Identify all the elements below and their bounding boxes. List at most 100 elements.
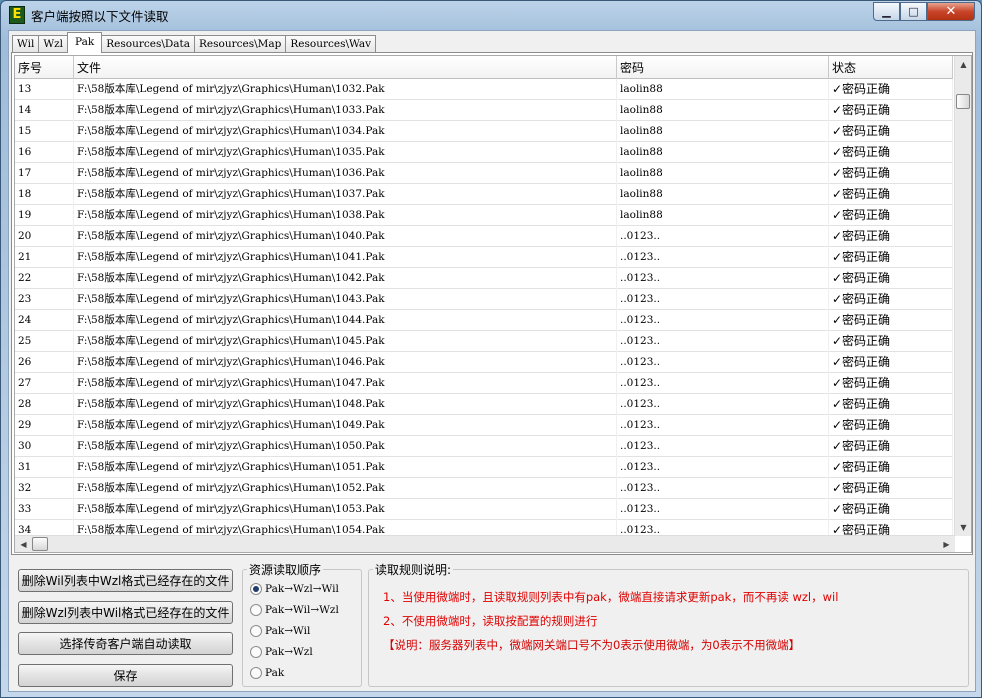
order-option-pak[interactable]: Pak [250,665,284,681]
cell-index: 22 [15,268,74,289]
vertical-scroll-thumb[interactable] [956,94,970,109]
order-option-pak-wil[interactable]: Pak→Wil [250,623,310,639]
cell-file: F:\58版本库\Legend of mir\zjyz\Graphics\Hum… [74,247,617,268]
cell-status: ✓密码正确 [829,394,953,415]
cell-index: 31 [15,457,74,478]
cell-file: F:\58版本库\Legend of mir\zjyz\Graphics\Hum… [74,478,617,499]
table-row[interactable]: 31 F:\58版本库\Legend of mir\zjyz\Graphics\H… [15,457,953,478]
cell-password: ..0123.. [617,352,829,373]
title-bar[interactable]: E 客户端按照以下文件读取 ▁ □ ✕ [1,1,981,29]
order-option-pak-wzl-wil[interactable]: Pak→Wzl→Wil [250,581,339,597]
tab-wil[interactable]: Wil [12,35,40,53]
cell-index: 17 [15,163,74,184]
cell-password: ..0123.. [617,373,829,394]
tab-resources-wav[interactable]: Resources\Wav [285,35,377,53]
tab-resources-data[interactable]: Resources\Data [101,35,196,53]
cell-status: ✓密码正确 [829,289,953,310]
cell-index: 30 [15,436,74,457]
minimize-icon: ▁ [882,5,891,18]
table-row[interactable]: 30 F:\58版本库\Legend of mir\zjyz\Graphics\H… [15,436,953,457]
client-area: Wil Wzl Pak Resources\Data Resources\Map… [8,30,976,692]
cell-status: ✓密码正确 [829,121,953,142]
tab-strip: Wil Wzl Pak Resources\Data Resources\Map… [12,32,377,53]
column-header-index[interactable]: 序号 [15,56,74,79]
table-row[interactable]: 32 F:\58版本库\Legend of mir\zjyz\Graphics\H… [15,478,953,499]
cell-status: ✓密码正确 [829,184,953,205]
cell-password: ..0123.. [617,331,829,352]
cell-password: ..0123.. [617,478,829,499]
tab-pak[interactable]: Pak [67,32,103,53]
maximize-icon: □ [908,5,919,18]
cell-status: ✓密码正确 [829,205,953,226]
table-row[interactable]: 21 F:\58版本库\Legend of mir\zjyz\Graphics\H… [15,247,953,268]
delete-wzl-dupes-button[interactable]: 删除Wzl列表中Wil格式已经存在的文件 [18,601,233,624]
table-row[interactable]: 29 F:\58版本库\Legend of mir\zjyz\Graphics\H… [15,415,953,436]
tab-wzl[interactable]: Wzl [38,35,69,53]
cell-index: 21 [15,247,74,268]
cell-index: 19 [15,205,74,226]
cell-file: F:\58版本库\Legend of mir\zjyz\Graphics\Hum… [74,121,617,142]
table-row[interactable]: 26 F:\58版本库\Legend of mir\zjyz\Graphics\H… [15,352,953,373]
save-button[interactable]: 保存 [18,664,233,687]
cell-status: ✓密码正确 [829,352,953,373]
delete-wil-dupes-button[interactable]: 删除Wil列表中Wzl格式已经存在的文件 [18,569,233,592]
cell-status: ✓密码正确 [829,415,953,436]
table-row[interactable]: 18 F:\58版本库\Legend of mir\zjyz\Graphics\H… [15,184,953,205]
cell-file: F:\58版本库\Legend of mir\zjyz\Graphics\Hum… [74,226,617,247]
table-row[interactable]: 17 F:\58版本库\Legend of mir\zjyz\Graphics\H… [15,163,953,184]
cell-status: ✓密码正确 [829,331,953,352]
scroll-left-icon[interactable]: ◀ [15,536,32,552]
main-window: E 客户端按照以下文件读取 ▁ □ ✕ Wil Wzl Pak Resource… [0,0,982,698]
table-row[interactable]: 25 F:\58版本库\Legend of mir\zjyz\Graphics\H… [15,331,953,352]
table-row[interactable]: 24 F:\58版本库\Legend of mir\zjyz\Graphics\H… [15,310,953,331]
column-header-file[interactable]: 文件 [74,56,617,79]
cell-password: ..0123.. [617,226,829,247]
column-header-status[interactable]: 状态 [829,56,953,79]
cell-file: F:\58版本库\Legend of mir\zjyz\Graphics\Hum… [74,373,617,394]
table-row[interactable]: 23 F:\58版本库\Legend of mir\zjyz\Graphics\H… [15,289,953,310]
horizontal-scrollbar[interactable]: ◀ ▶ [15,535,955,552]
auto-read-client-button[interactable]: 选择传奇客户端自动读取 [18,632,233,655]
cell-index: 32 [15,478,74,499]
scroll-down-icon[interactable]: ▼ [955,519,971,536]
cell-status: ✓密码正确 [829,310,953,331]
scroll-up-icon[interactable]: ▲ [955,56,971,73]
table-row[interactable]: 19 F:\58版本库\Legend of mir\zjyz\Graphics\H… [15,205,953,226]
cell-status: ✓密码正确 [829,478,953,499]
table-row[interactable]: 28 F:\58版本库\Legend of mir\zjyz\Graphics\H… [15,394,953,415]
table-row[interactable]: 33 F:\58版本库\Legend of mir\zjyz\Graphics\H… [15,499,953,520]
cell-password: laolin88 [617,79,829,100]
vertical-scrollbar[interactable]: ▲ ▼ [954,56,971,536]
table-row[interactable]: 20 F:\58版本库\Legend of mir\zjyz\Graphics\H… [15,226,953,247]
cell-status: ✓密码正确 [829,142,953,163]
close-button[interactable]: ✕ [927,2,975,21]
list-header: 序号 文件 密码 状态 [15,56,953,79]
table-row[interactable]: 22 F:\58版本库\Legend of mir\zjyz\Graphics\H… [15,268,953,289]
cell-status: ✓密码正确 [829,226,953,247]
table-row[interactable]: 27 F:\58版本库\Legend of mir\zjyz\Graphics\H… [15,373,953,394]
column-header-password[interactable]: 密码 [617,56,829,79]
cell-file: F:\58版本库\Legend of mir\zjyz\Graphics\Hum… [74,436,617,457]
cell-password: ..0123.. [617,268,829,289]
maximize-button[interactable]: □ [900,2,927,21]
cell-index: 15 [15,121,74,142]
cell-file: F:\58版本库\Legend of mir\zjyz\Graphics\Hum… [74,289,617,310]
table-row[interactable]: 13 F:\58版本库\Legend of mir\zjyz\Graphics\H… [15,79,953,100]
file-list[interactable]: 序号 文件 密码 状态 13 F:\58版本库\Legend of mir\zjy… [14,55,972,553]
horizontal-scroll-thumb[interactable] [32,537,48,551]
order-option-pak-wzl[interactable]: Pak→Wzl [250,644,313,660]
cell-file: F:\58版本库\Legend of mir\zjyz\Graphics\Hum… [74,79,617,100]
tab-resources-map[interactable]: Resources\Map [194,35,287,53]
table-row[interactable]: 14 F:\58版本库\Legend of mir\zjyz\Graphics\H… [15,100,953,121]
minimize-button[interactable]: ▁ [873,2,900,21]
table-row[interactable]: 15 F:\58版本库\Legend of mir\zjyz\Graphics\H… [15,121,953,142]
order-option-pak-wil-wzl[interactable]: Pak→Wil→Wzl [250,602,339,618]
cell-password: ..0123.. [617,499,829,520]
cell-index: 23 [15,289,74,310]
table-row[interactable]: 16 F:\58版本库\Legend of mir\zjyz\Graphics\H… [15,142,953,163]
cell-index: 29 [15,415,74,436]
cell-status: ✓密码正确 [829,373,953,394]
cell-index: 20 [15,226,74,247]
scroll-right-icon[interactable]: ▶ [938,536,955,552]
cell-index: 28 [15,394,74,415]
